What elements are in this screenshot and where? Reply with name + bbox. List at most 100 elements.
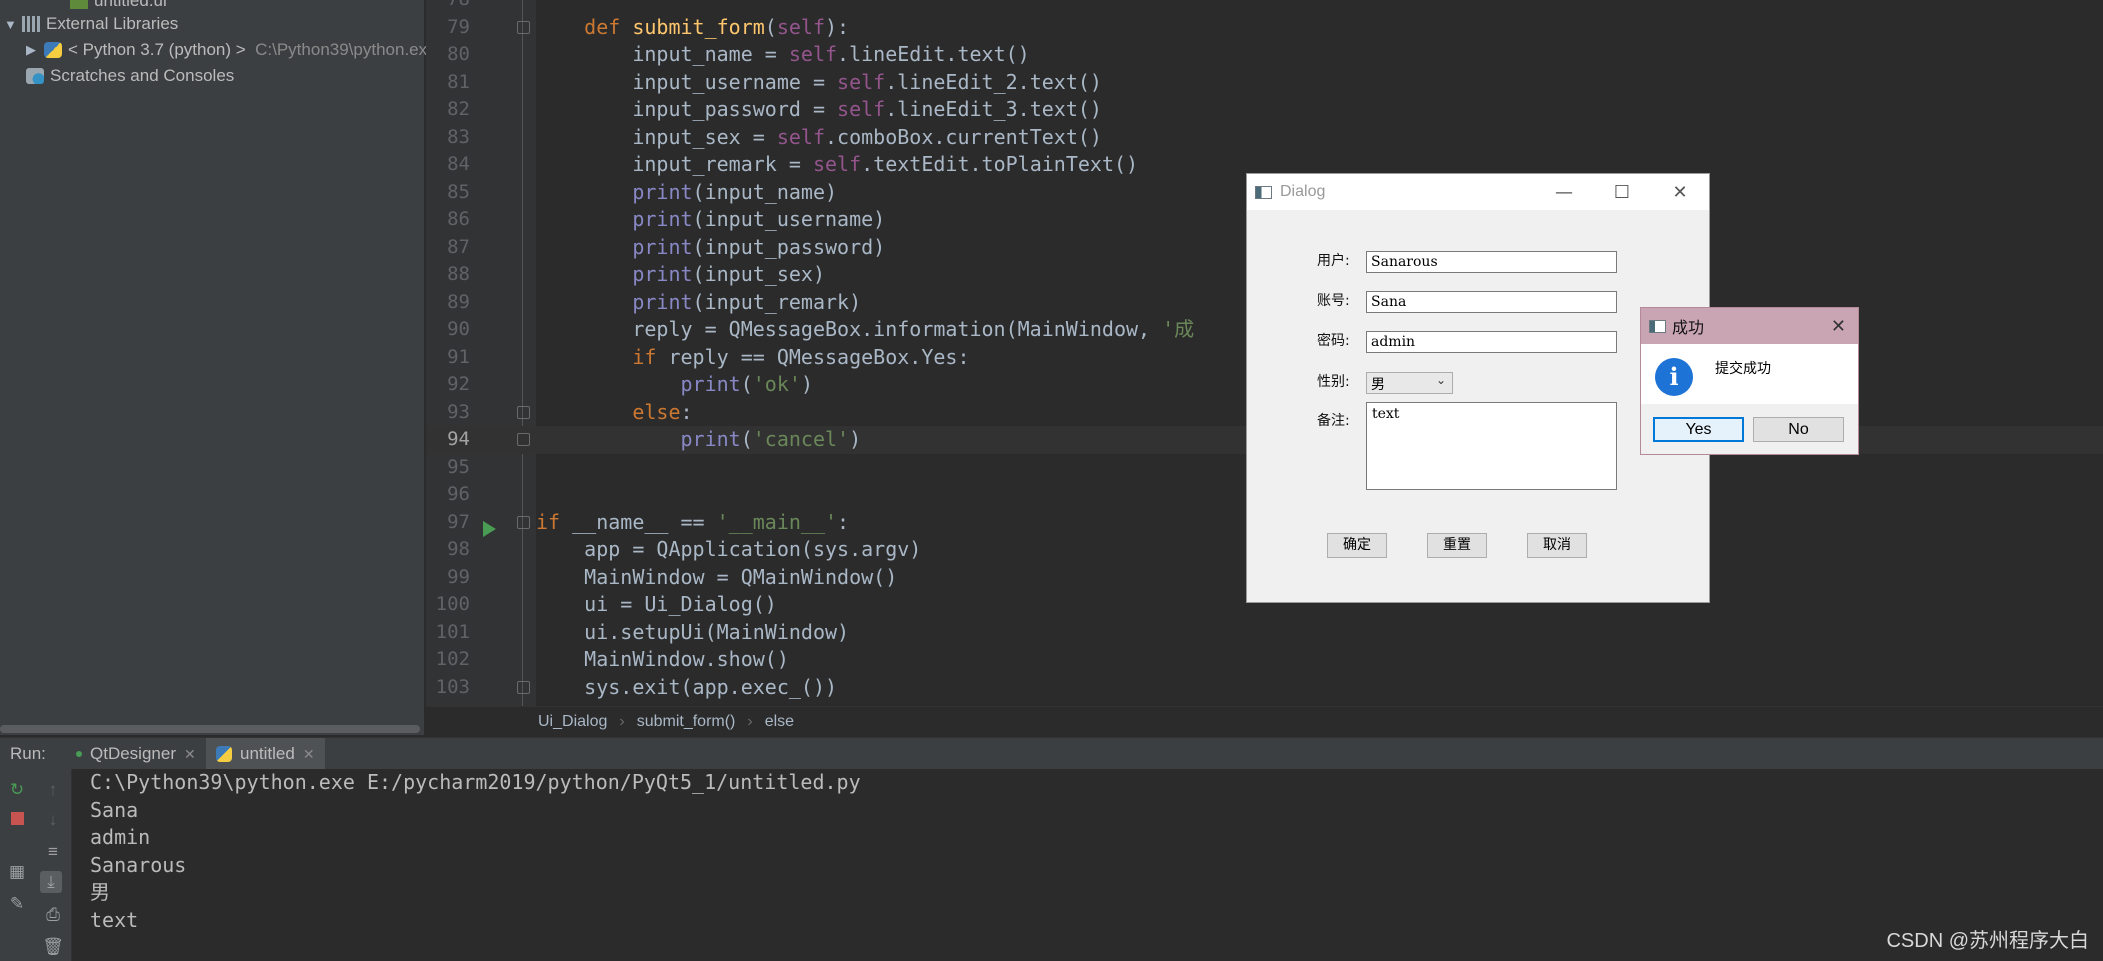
line-number: 99 — [447, 565, 470, 588]
soft-wrap-icon[interactable]: ≡ — [42, 841, 64, 863]
line-number: 101 — [435, 620, 470, 643]
pin-icon[interactable]: ✎ — [6, 893, 28, 915]
fold-marker-icon[interactable] — [517, 20, 530, 34]
line-number: 87 — [447, 235, 470, 258]
tab-untitled[interactable]: untitled ✕ — [206, 738, 325, 770]
reset-button[interactable]: 重置 — [1427, 533, 1487, 558]
code-text: print('ok') — [680, 372, 813, 396]
message-box: 成功 ✕ i 提交成功 Yes No — [1640, 307, 1859, 455]
project-panel: untitled.ui ▼ External Libraries ▶ < Pyt… — [0, 0, 437, 735]
code-line[interactable]: 102 MainWindow.show() — [426, 646, 2103, 674]
message-box-titlebar[interactable]: 成功 ✕ — [1641, 308, 1858, 344]
breadcrumb-class[interactable]: Ui_Dialog — [538, 713, 607, 731]
message-text: 提交成功 — [1715, 360, 1771, 376]
scroll-to-end-icon[interactable]: ⤓ — [40, 871, 62, 893]
line-number: 96 — [447, 483, 470, 505]
code-line[interactable]: 83 input_sex = self.comboBox.currentText… — [426, 124, 2103, 152]
code-text: input_password = self.lineEdit_3.text() — [536, 97, 1102, 121]
close-icon[interactable]: ✕ — [1831, 316, 1846, 337]
fold-marker-icon[interactable] — [517, 405, 530, 419]
trash-icon[interactable]: 🗑 — [42, 936, 64, 958]
run-gutter-icon[interactable] — [483, 521, 496, 537]
code-line[interactable]: 103 sys.exit(app.exec_()) — [426, 674, 2103, 702]
code-text: MainWindow.show() — [536, 647, 789, 671]
code-text: else: — [536, 399, 693, 424]
console-line: admin — [90, 825, 151, 849]
breadcrumb-else[interactable]: else — [765, 713, 794, 731]
breadcrumb-separator: › — [619, 712, 625, 730]
tree-item-scratches[interactable]: Scratches and Consoles — [26, 63, 234, 89]
line-number: 97 — [447, 510, 470, 533]
horizontal-scrollbar[interactable] — [0, 725, 420, 733]
close-icon[interactable]: ✕ — [1651, 182, 1709, 203]
sex-combobox[interactable]: 男 ⌄ — [1366, 372, 1453, 394]
rerun-icon[interactable]: ↻ — [6, 779, 28, 801]
remark-textarea[interactable]: text — [1366, 402, 1617, 490]
code-line[interactable]: 78 — [426, 0, 2103, 14]
line-number: 95 — [447, 455, 470, 478]
close-tab-icon[interactable]: ✕ — [184, 746, 196, 763]
maximize-icon[interactable]: ☐ — [1593, 182, 1651, 203]
dialog-titlebar[interactable]: Dialog — ☐ ✕ — [1247, 174, 1709, 210]
tree-item-python-sdk[interactable]: ▶ < Python 3.7 (python) > C:\Python39\py… — [26, 37, 437, 63]
tree-item-external-libraries[interactable]: ▼ External Libraries — [4, 11, 178, 37]
stop-icon[interactable] — [6, 809, 28, 831]
code-text: input_username = self.lineEdit_2.text() — [536, 69, 1102, 94]
account-input[interactable]: Sana — [1366, 291, 1617, 313]
code-line[interactable]: 101 ui.setupUi(MainWindow) — [426, 619, 2103, 647]
code-line[interactable]: 80 input_name = self.lineEdit.text() — [426, 41, 2103, 69]
dialog-title: Dialog — [1280, 183, 1326, 200]
line-number: 82 — [447, 98, 470, 120]
console-output[interactable]: C:\Python39\python.exe E:/pycharm2019/py… — [90, 769, 861, 934]
line-number: 88 — [447, 263, 470, 285]
console-line: 男 — [90, 880, 110, 904]
line-number: 94 — [447, 428, 470, 450]
scroll-down-icon[interactable]: ↓ — [42, 809, 64, 831]
layout-icon[interactable]: ▦ — [6, 861, 28, 883]
fold-marker-icon[interactable] — [517, 433, 530, 446]
code-text: app = QApplication(sys.argv) — [536, 537, 922, 561]
breadcrumb-separator: › — [747, 712, 753, 730]
collapse-arrow-icon[interactable]: ▶ — [26, 42, 44, 58]
scratches-icon — [26, 68, 44, 84]
password-input[interactable]: admin — [1366, 331, 1617, 353]
minimize-icon[interactable]: — — [1535, 182, 1593, 203]
code-line[interactable]: 81 input_username = self.lineEdit_2.text… — [426, 69, 2103, 97]
line-number: 103 — [435, 675, 470, 698]
line-number: 91 — [447, 345, 470, 368]
line-number: 80 — [447, 43, 470, 65]
yes-button[interactable]: Yes — [1653, 417, 1744, 442]
fold-marker-icon[interactable] — [517, 515, 530, 529]
user-label: 用户: — [1317, 253, 1350, 269]
user-input[interactable]: Sanarous — [1366, 251, 1617, 273]
code-text: print('cancel') — [680, 427, 862, 451]
tab-qtdesigner[interactable]: QtDesigner ✕ — [66, 738, 206, 770]
scroll-up-icon[interactable]: ↑ — [42, 779, 64, 801]
no-button[interactable]: No — [1753, 417, 1844, 442]
fold-marker-icon[interactable] — [517, 680, 530, 694]
code-text: ui = Ui_Dialog() — [536, 592, 777, 616]
line-number: 84 — [447, 153, 470, 175]
line-number: 81 — [447, 70, 470, 93]
code-line[interactable]: 79 def submit_form(self): — [426, 14, 2103, 42]
line-number: 79 — [447, 15, 470, 38]
run-toolbar: ↻ ↑ ↓ ≡ ▦ ⤓ ✎ ⎙ 🗑 — [0, 769, 72, 961]
line-number: 78 — [426, 0, 470, 14]
line-number: 92 — [447, 373, 470, 395]
code-text: input_name = self.lineEdit.text() — [536, 42, 1030, 66]
breadcrumb-function[interactable]: submit_form() — [637, 713, 736, 731]
window-icon — [1255, 185, 1272, 199]
code-text: print(input_username) — [632, 207, 886, 231]
python-icon — [44, 42, 62, 58]
breadcrumb: Ui_Dialog › submit_form() › else — [426, 706, 2103, 736]
library-icon — [22, 16, 40, 32]
code-line[interactable]: 82 input_password = self.lineEdit_3.text… — [426, 96, 2103, 124]
expand-arrow-icon[interactable]: ▼ — [4, 17, 22, 32]
ok-button[interactable]: 确定 — [1327, 533, 1387, 558]
console-line: text — [90, 907, 139, 932]
code-text: input_remark = self.textEdit.toPlainText… — [536, 152, 1139, 176]
close-tab-icon[interactable]: ✕ — [303, 746, 315, 763]
code-text: def submit_form(self): — [536, 14, 850, 39]
print-icon[interactable]: ⎙ — [42, 904, 64, 926]
cancel-button[interactable]: 取消 — [1527, 533, 1587, 558]
